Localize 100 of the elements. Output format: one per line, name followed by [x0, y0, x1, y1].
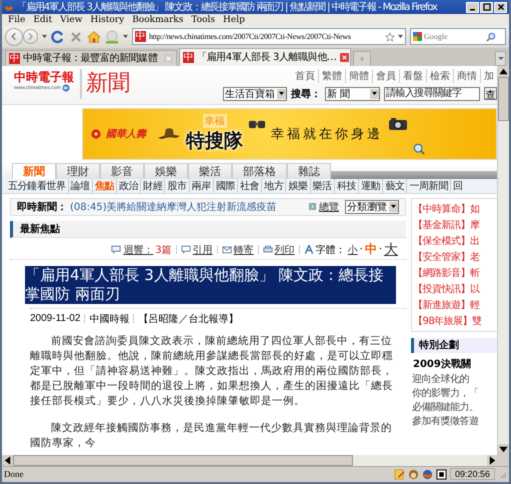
- back-button[interactable]: [5, 28, 23, 46]
- cite-link[interactable]: 引用: [192, 242, 213, 257]
- note-icon[interactable]: [394, 468, 405, 480]
- menu-item[interactable]: Edit: [30, 14, 56, 26]
- resize-grip-icon[interactable]: [498, 470, 507, 479]
- promo-link[interactable]: 【中時算命】如: [413, 202, 497, 216]
- menu-item[interactable]: Help: [220, 14, 248, 26]
- section-tab[interactable]: 樂活: [188, 163, 232, 180]
- comment-icon: [111, 245, 122, 254]
- firefox-icon[interactable]: [422, 468, 433, 480]
- category-link[interactable]: 回: [450, 179, 464, 193]
- close-button[interactable]: [494, 2, 507, 12]
- top-link[interactable]: 看盤: [399, 68, 426, 83]
- horizontal-scrollbar[interactable]: [2, 454, 498, 466]
- promo-link[interactable]: 【基金新訊】摩: [413, 218, 497, 232]
- category-link[interactable]: 運動: [358, 179, 382, 193]
- star-icon[interactable]: [385, 32, 395, 42]
- site-icon: 中: [9, 52, 20, 64]
- comments-link[interactable]: 迴響：: [123, 242, 154, 257]
- category-select[interactable]: 生活百寶箱: [223, 86, 287, 101]
- scroll-thumb[interactable]: [498, 76, 509, 121]
- category-link[interactable]: 社會: [237, 179, 262, 193]
- top-link[interactable]: 檢索: [426, 68, 453, 83]
- breaking-headline[interactable]: (08:45)美將給關達納摩灣人犯注射新流感疫苗: [70, 200, 277, 214]
- browser-tab[interactable]: 中 中時電子報：最豐富的新聞媒體: [5, 50, 177, 66]
- scroll-thumb[interactable]: [13, 454, 353, 466]
- menu-item[interactable]: History: [87, 14, 128, 26]
- ad-slogan: 幸福就在你身邊: [271, 126, 383, 144]
- top-link[interactable]: 首頁: [292, 68, 318, 83]
- search-icon[interactable]: [486, 32, 496, 42]
- address-field[interactable]: 中 http://news.chinatimes.com/2007Cti/2007Cti-News/2007Cti-News: [132, 28, 406, 46]
- reload-icon[interactable]: [51, 30, 65, 44]
- maximize-button[interactable]: [480, 2, 493, 12]
- top-link[interactable]: 商情: [453, 68, 480, 83]
- ad-banner[interactable]: 國華人壽 幸福 特搜隊 幸福就在你身邊: [82, 108, 497, 160]
- home-icon[interactable]: [87, 30, 101, 44]
- category-link[interactable]: 股市: [164, 179, 189, 193]
- browser-tab[interactable]: 中 「扁用4軍人部長 3人離職與他…: [179, 48, 351, 66]
- section-tab[interactable]: 理財: [56, 163, 100, 180]
- close-tab-icon[interactable]: [340, 52, 349, 62]
- scroll-up-icon[interactable]: [498, 66, 509, 77]
- category-link[interactable]: 國際: [212, 179, 238, 193]
- category-link[interactable]: 科技: [334, 179, 358, 193]
- promo-link[interactable]: 【投資快訊】以: [413, 282, 497, 296]
- category-link[interactable]: 五分鐘看世界: [6, 179, 68, 193]
- section-tab[interactable]: 娛樂: [144, 163, 188, 180]
- promo-link[interactable]: 【新進旅遊】輕: [413, 298, 497, 312]
- category-link[interactable]: 論壇: [68, 179, 92, 193]
- menu-item[interactable]: File: [5, 14, 28, 26]
- scroll-right-icon[interactable]: [487, 454, 498, 466]
- top-link[interactable]: 簡體: [345, 68, 372, 83]
- promo-link[interactable]: 【98年旅展】雙: [413, 314, 497, 328]
- overview-link[interactable]: 總覽: [319, 200, 339, 214]
- category-link[interactable]: 財經: [140, 179, 164, 193]
- menu-item[interactable]: Tools: [188, 14, 218, 26]
- browse-select[interactable]: 分類瀏覽: [345, 200, 399, 214]
- section-tab[interactable]: 部落格: [232, 163, 287, 180]
- menu-item[interactable]: Bookmarks: [129, 14, 186, 26]
- category-link[interactable]: 樂活: [310, 179, 334, 193]
- print-link[interactable]: 列印: [274, 242, 295, 257]
- section-tab[interactable]: 影音: [100, 163, 144, 180]
- scroll-down-icon[interactable]: [498, 444, 509, 455]
- promo-link[interactable]: 【安全管家】老: [413, 250, 497, 264]
- category-link[interactable]: 娛樂: [285, 179, 310, 193]
- arrow-box-icon: [309, 203, 316, 210]
- forward-link[interactable]: 轉寄: [234, 242, 254, 257]
- scroll-left-icon[interactable]: [2, 454, 13, 466]
- category-link[interactable]: 地方: [261, 179, 286, 193]
- feature-headline[interactable]: 2009決戰關: [413, 356, 497, 371]
- category-link[interactable]: 藝文: [382, 179, 406, 193]
- font-size-option[interactable]: 小: [348, 242, 358, 257]
- font-size-icon: [304, 245, 314, 254]
- caret-icon: [372, 91, 377, 96]
- top-link[interactable]: 會員: [372, 68, 399, 83]
- section-tab[interactable]: 雜誌: [287, 163, 331, 180]
- promo-link[interactable]: 【網路影音】斬: [413, 266, 497, 280]
- minimize-button[interactable]: [466, 2, 479, 12]
- font-size-option[interactable]: 大: [384, 240, 398, 259]
- site-logo[interactable]: 中時電子報: [14, 70, 74, 84]
- separator-dot: ·: [360, 244, 363, 256]
- search-box[interactable]: Google: [410, 28, 506, 46]
- keyword-field[interactable]: 請輸入搜尋關鍵字: [384, 86, 480, 101]
- category-link[interactable]: 政治: [116, 179, 140, 193]
- caret-icon[interactable]: [123, 34, 128, 40]
- caret-icon[interactable]: [398, 34, 403, 40]
- vertical-scrollbar[interactable]: [497, 66, 509, 455]
- category-link[interactable]: 一周新聞: [406, 179, 450, 193]
- globe-icon: [62, 84, 70, 92]
- promo-link[interactable]: 【保全模式】出: [413, 234, 497, 248]
- top-link[interactable]: 繁體: [318, 68, 345, 83]
- square-icon[interactable]: [436, 468, 447, 480]
- list-tabs-button[interactable]: [495, 50, 506, 66]
- search-button[interactable]: 查: [484, 87, 497, 100]
- menu-item[interactable]: View: [57, 14, 86, 26]
- stop-icon[interactable]: [69, 30, 83, 44]
- forward-button[interactable]: [23, 29, 38, 44]
- separator-dot: ·: [378, 244, 382, 256]
- caret-icon[interactable]: [42, 34, 47, 40]
- scope-select[interactable]: 新 聞: [325, 86, 380, 101]
- category-link[interactable]: 兩岸: [188, 179, 213, 193]
